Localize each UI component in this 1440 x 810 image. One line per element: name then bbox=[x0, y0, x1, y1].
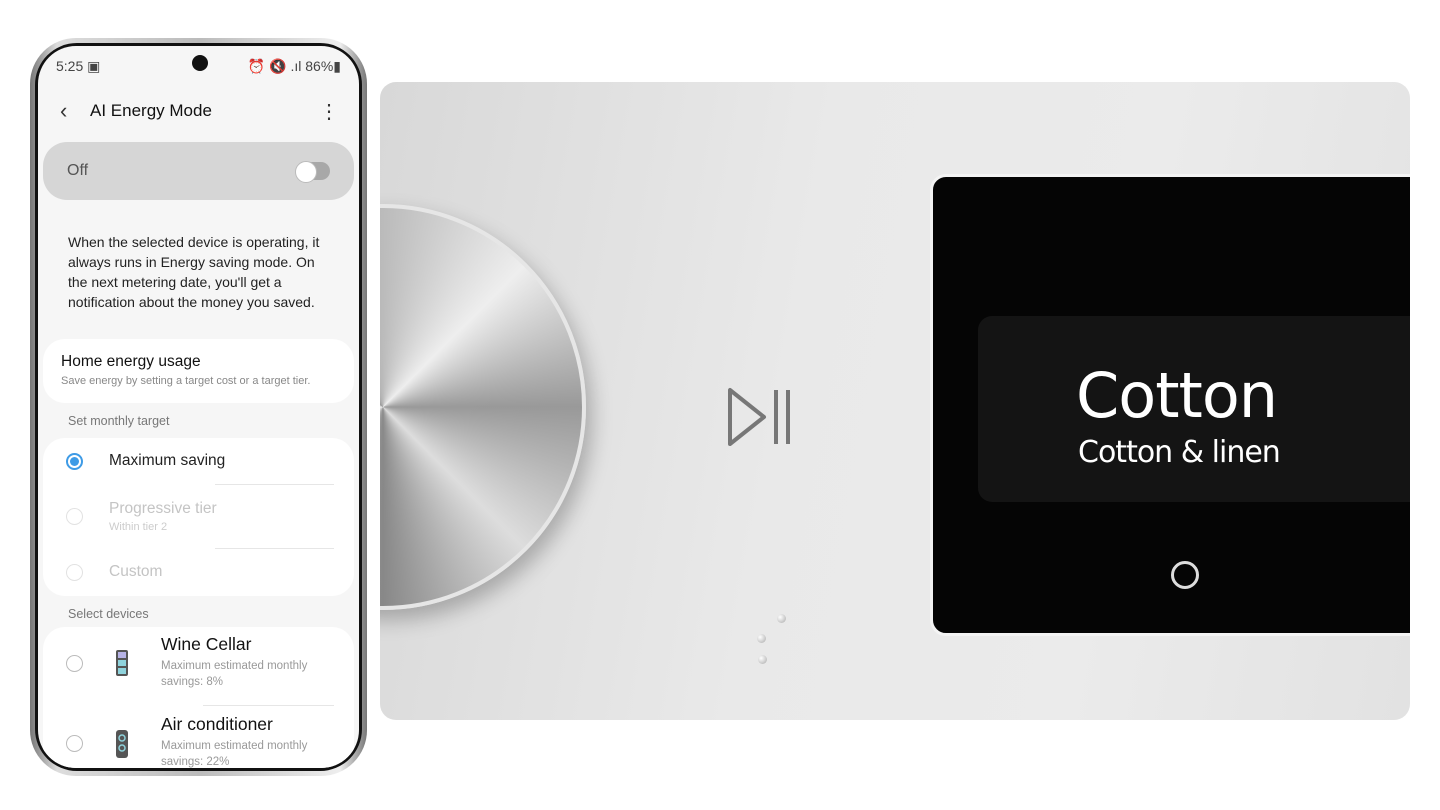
phone-screen: 5:25 ▣ ⏰ 🔇 .ıl 86%▮ ‹ AI Energy Mode ⋮ O… bbox=[38, 46, 359, 768]
target-section-label: Set monthly target bbox=[68, 414, 170, 428]
device-savings-value: savings: 8% bbox=[161, 676, 224, 688]
home-ring-icon[interactable] bbox=[1171, 561, 1199, 589]
page-title: AI Energy Mode bbox=[90, 101, 212, 120]
target-card: Maximum saving Progressive tier Within ti… bbox=[43, 438, 354, 596]
option-label: Progressive tier bbox=[109, 500, 217, 517]
program-display: Cotton Cotton & linen bbox=[930, 174, 1410, 636]
device-name: Wine Cellar bbox=[161, 634, 252, 654]
battery-icon: ▮ bbox=[333, 58, 341, 74]
braille-dot bbox=[757, 634, 766, 643]
alarm-icon: ⏰ bbox=[247, 58, 266, 74]
device-savings-value: savings: 22% bbox=[161, 756, 230, 768]
braille-dot bbox=[777, 614, 786, 623]
option-sub: Within tier 2 bbox=[109, 521, 168, 533]
gallery-icon: ▣ bbox=[87, 58, 101, 74]
option-maximum-saving[interactable]: Maximum saving bbox=[109, 452, 225, 470]
air-conditioner-icon bbox=[116, 730, 128, 758]
devices-card: Wine Cellar Maximum estimated monthly savi… bbox=[43, 627, 354, 768]
device-air-conditioner[interactable]: Air conditioner Maximum estimated monthly… bbox=[161, 714, 307, 768]
braille-dot bbox=[758, 655, 767, 664]
device-savings-line: Maximum estimated monthly bbox=[161, 740, 308, 752]
divider bbox=[215, 484, 334, 485]
option-progressive-tier[interactable]: Progressive tier Within tier 2 bbox=[109, 500, 217, 533]
radio-maximum-saving[interactable] bbox=[66, 453, 83, 470]
master-switch-row[interactable]: Off bbox=[43, 142, 354, 200]
more-vertical-icon[interactable]: ⋮ bbox=[319, 99, 339, 124]
radio-wine-cellar[interactable] bbox=[66, 655, 83, 672]
description: When the selected device is operating, i… bbox=[68, 234, 320, 310]
phone-frame: 5:25 ▣ ⏰ 🔇 .ıl 86%▮ ‹ AI Energy Mode ⋮ O… bbox=[30, 38, 367, 776]
program-subtitle: Cotton & linen bbox=[1078, 435, 1281, 470]
dial-knob[interactable] bbox=[380, 204, 586, 610]
device-savings-line: Maximum estimated monthly bbox=[161, 660, 308, 672]
mute-icon: 🔇 bbox=[269, 58, 287, 74]
device-wine-cellar[interactable]: Wine Cellar Maximum estimated monthly savi… bbox=[161, 634, 307, 690]
status-time: 5:25 bbox=[56, 58, 84, 74]
home-energy-card[interactable]: Home energy usage Save energy by setting… bbox=[43, 339, 354, 403]
master-switch-label: Off bbox=[67, 162, 89, 179]
radio-custom[interactable] bbox=[66, 564, 83, 581]
program-name: Cotton bbox=[1076, 359, 1278, 432]
divider bbox=[203, 705, 334, 706]
home-energy-title: Home energy usage bbox=[61, 353, 201, 370]
play-pause-icon[interactable] bbox=[726, 386, 796, 450]
option-custom[interactable]: Custom bbox=[109, 563, 162, 581]
radio-air-conditioner[interactable] bbox=[66, 735, 83, 752]
device-name: Air conditioner bbox=[161, 714, 273, 734]
battery-level: 86% bbox=[305, 58, 334, 74]
status-bar: 5:25 ▣ ⏰ 🔇 .ıl 86%▮ bbox=[56, 58, 341, 75]
master-toggle[interactable] bbox=[295, 161, 330, 183]
radio-progressive-tier[interactable] bbox=[66, 508, 83, 525]
washer-control-panel: Cotton Cotton & linen bbox=[380, 82, 1410, 720]
devices-section-label: Select devices bbox=[68, 607, 149, 621]
wine-cellar-icon bbox=[116, 650, 128, 676]
back-chevron-icon[interactable]: ‹ bbox=[60, 98, 90, 124]
divider bbox=[215, 548, 334, 549]
signal-icon: .ıl bbox=[290, 58, 302, 74]
home-energy-subtitle: Save energy by setting a target cost or … bbox=[61, 375, 311, 387]
